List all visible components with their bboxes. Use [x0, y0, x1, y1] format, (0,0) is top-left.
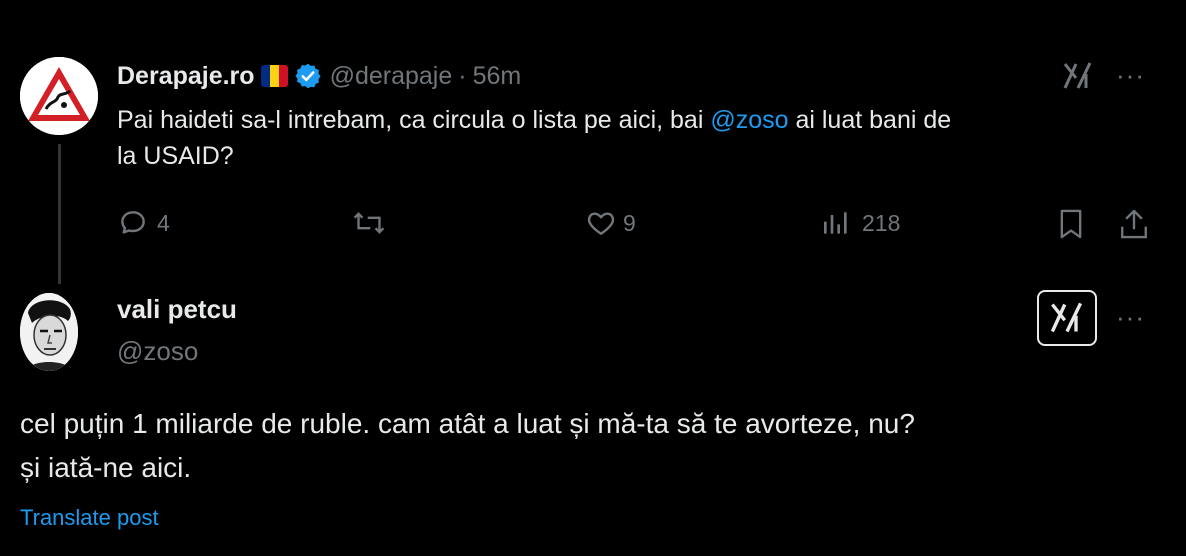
reply-text-line2: și iată-ne aici.	[20, 452, 192, 483]
bookmark-icon	[1060, 209, 1082, 239]
views-chart-icon	[824, 212, 847, 234]
grok-button[interactable]	[1037, 290, 1097, 346]
parent-post-header: Derapaje.ro @derapaje · 56m	[117, 58, 521, 94]
repost-button[interactable]	[352, 207, 386, 239]
reply-post-text: cel puțin 1 miliarde de ruble. cam atât …	[20, 402, 1170, 490]
profile-photo	[20, 293, 78, 371]
separator-dot: ·	[458, 61, 467, 90]
reply-icon	[121, 211, 145, 234]
views-button[interactable]: 218	[820, 207, 900, 239]
parent-post-text: Pai haideti sa-l intrebam, ca circula o …	[117, 102, 1157, 174]
verified-badge-icon	[294, 62, 322, 90]
warning-sign-icon	[20, 57, 98, 135]
translate-post-link[interactable]: Translate post	[20, 505, 159, 531]
post-text-part1: Pai haideti sa-l intrebam, ca circula o …	[117, 106, 711, 134]
post-time[interactable]: 56m	[473, 62, 522, 91]
romania-flag-icon	[260, 65, 288, 87]
thread-connector-line	[58, 144, 61, 284]
more-options-icon[interactable]: ···	[1116, 60, 1145, 91]
author-name[interactable]: Derapaje.ro	[117, 62, 255, 91]
heart-icon	[587, 212, 615, 235]
grok-icon[interactable]	[1062, 60, 1094, 97]
bookmark-button[interactable]	[1055, 207, 1087, 241]
reply-count: 4	[157, 209, 170, 236]
reply-button[interactable]: 4	[117, 207, 170, 239]
like-button[interactable]: 9	[585, 207, 636, 239]
reply-text-line1: cel puțin 1 miliarde de ruble. cam atât …	[20, 408, 915, 439]
avatar-zoso[interactable]	[20, 293, 78, 371]
post-text-line2: la USAID?	[117, 142, 234, 170]
like-count: 9	[623, 209, 636, 236]
avatar-derapaje[interactable]	[20, 57, 98, 135]
author-handle[interactable]: @derapaje	[330, 62, 453, 91]
share-button[interactable]	[1118, 207, 1150, 241]
mention-link[interactable]: @zoso	[710, 106, 788, 134]
reply-author-name[interactable]: vali petcu	[117, 294, 237, 325]
reply-more-options-icon[interactable]: ···	[1116, 302, 1145, 333]
reply-author-handle[interactable]: @zoso	[117, 336, 198, 367]
post-text-part2: ai luat bani de	[788, 106, 952, 134]
share-icon	[1121, 209, 1147, 239]
repost-icon	[353, 212, 385, 234]
views-count: 218	[862, 209, 901, 236]
grok-icon	[1050, 302, 1083, 333]
